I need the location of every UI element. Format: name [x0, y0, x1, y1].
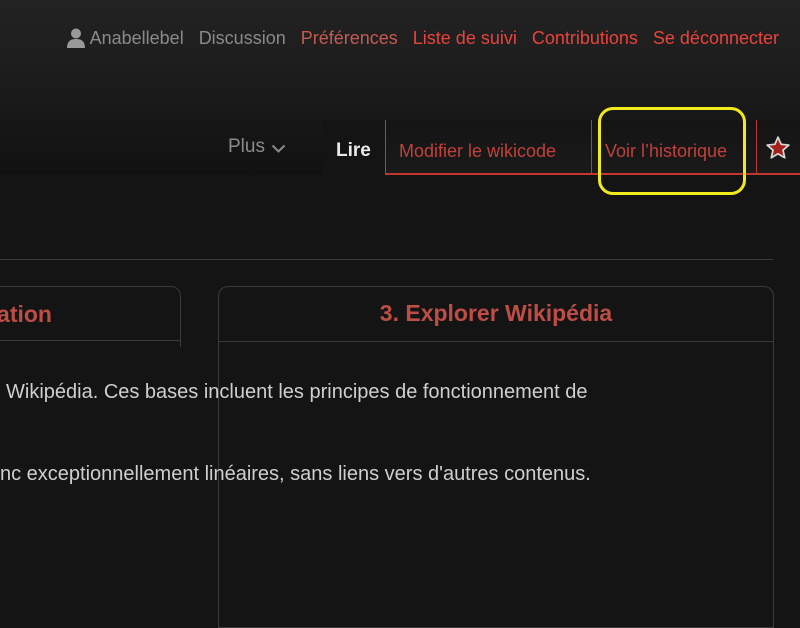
left-card-title: ation [0, 301, 52, 327]
tab-edit-source-label: Modifier le wikicode [399, 141, 557, 161]
watch-button[interactable] [756, 120, 800, 175]
left-card-divider [0, 340, 181, 341]
left-card-header[interactable]: ation [0, 286, 181, 347]
user-page-link[interactable]: Anabellebel [66, 27, 184, 49]
personal-tools: Anabellebel Discussion Préférences Liste… [66, 26, 779, 50]
tab-read[interactable]: Lire [322, 120, 386, 176]
history-highlight-ring [598, 107, 746, 195]
username-label: Anabellebel [89, 27, 184, 48]
more-menu[interactable]: Plus [228, 136, 286, 158]
explore-card-header[interactable]: 3. Explorer Wikipédia [219, 287, 773, 342]
tab-edit-source[interactable]: Modifier le wikicode [385, 120, 592, 175]
more-menu-label: Plus [228, 136, 265, 157]
logout-link[interactable]: Se déconnecter [653, 28, 779, 49]
explore-card-title: 3. Explorer Wikipédia [379, 300, 613, 326]
paragraph-text: Wikipédia. Ces bases incluent les princi… [6, 381, 588, 403]
watchlist-link[interactable]: Liste de suivi [413, 28, 517, 49]
preferences-link[interactable]: Préférences [301, 28, 398, 49]
tab-read-label: Lire [336, 140, 371, 161]
user-icon [66, 28, 85, 48]
star-icon [766, 136, 790, 159]
section-divider [0, 259, 773, 260]
talk-link[interactable]: Discussion [199, 28, 286, 49]
contributions-link[interactable]: Contributions [532, 28, 638, 49]
paragraph-text: nc exceptionnellement linéaires, sans li… [0, 463, 591, 485]
chevron-down-icon [271, 144, 286, 153]
explore-card: 3. Explorer Wikipédia [218, 286, 774, 628]
